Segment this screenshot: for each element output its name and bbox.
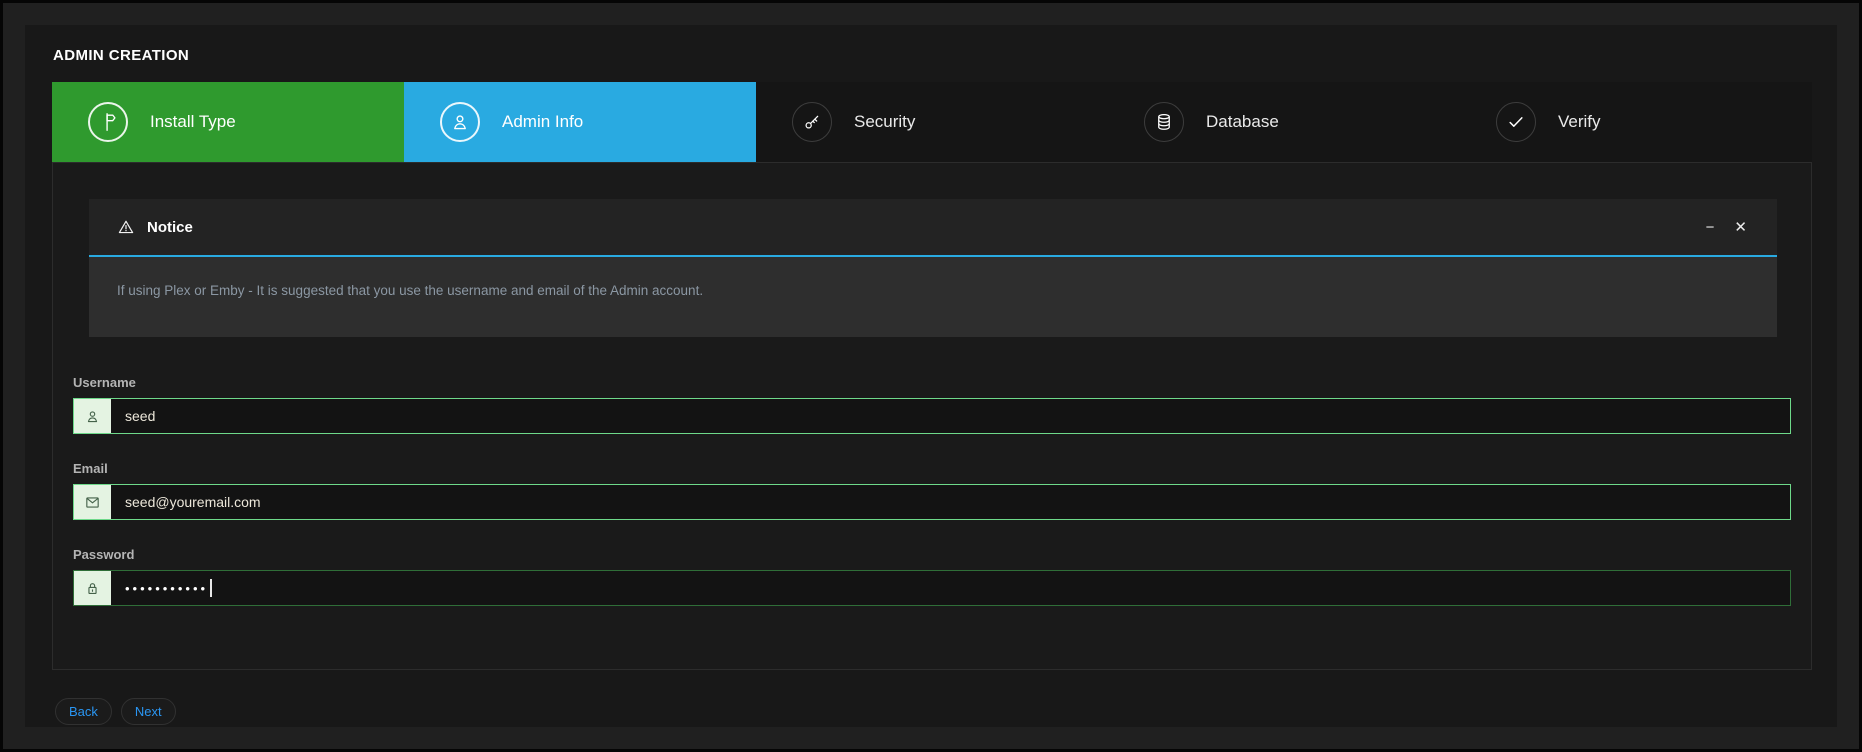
app-window: ADMIN CREATION Install Type — [0, 0, 1862, 752]
step-admin-info[interactable]: Admin Info — [404, 82, 756, 162]
back-button[interactable]: Back — [55, 698, 112, 725]
email-input-row — [73, 484, 1791, 520]
notice-header: Notice − ✕ — [89, 199, 1777, 257]
notice-panel: Notice − ✕ If using Plex or Emby - It is… — [89, 199, 1777, 337]
username-label: Username — [73, 375, 1791, 390]
step-install-type[interactable]: Install Type — [52, 82, 404, 162]
database-icon — [1144, 102, 1184, 142]
password-input-row: ••••••••••• — [73, 570, 1791, 606]
email-field-group: Email — [73, 461, 1791, 520]
wizard-steps: Install Type Admin Info — [52, 82, 1812, 162]
username-field-group: Username — [73, 375, 1791, 434]
step-database[interactable]: Database — [1108, 82, 1460, 162]
notice-controls: − ✕ — [1704, 218, 1749, 237]
password-field-group: Password ••••••••••• — [73, 547, 1791, 606]
lock-icon — [74, 571, 111, 605]
notice-body-text: If using Plex or Emby - It is suggested … — [89, 257, 1777, 337]
next-button[interactable]: Next — [121, 698, 176, 725]
admin-creation-panel: ADMIN CREATION Install Type — [25, 25, 1837, 727]
text-cursor — [210, 579, 212, 597]
wizard-navigation: Back Next — [55, 698, 176, 725]
email-input[interactable] — [111, 485, 1790, 519]
admin-info-form-panel: Notice − ✕ If using Plex or Emby - It is… — [52, 162, 1812, 670]
step-verify[interactable]: Verify — [1460, 82, 1812, 162]
password-masked-value: ••••••••••• — [125, 581, 208, 596]
step-label: Security — [854, 112, 915, 132]
step-security[interactable]: Security — [756, 82, 1108, 162]
username-input[interactable] — [111, 399, 1790, 433]
email-label: Email — [73, 461, 1791, 476]
user-icon — [74, 399, 111, 433]
password-label: Password — [73, 547, 1791, 562]
user-icon — [440, 102, 480, 142]
minimize-icon[interactable]: − — [1704, 218, 1717, 237]
warning-icon — [117, 218, 135, 236]
key-icon — [792, 102, 832, 142]
step-label: Admin Info — [502, 112, 583, 132]
envelope-icon — [74, 485, 111, 519]
check-icon — [1496, 102, 1536, 142]
step-label: Verify — [1558, 112, 1601, 132]
page-title: ADMIN CREATION — [53, 47, 189, 64]
close-icon[interactable]: ✕ — [1732, 218, 1749, 237]
step-label: Install Type — [150, 112, 236, 132]
notice-title: Notice — [147, 219, 193, 236]
signpost-icon — [88, 102, 128, 142]
step-label: Database — [1206, 112, 1279, 132]
username-input-row — [73, 398, 1791, 434]
password-input[interactable]: ••••••••••• — [111, 571, 1790, 605]
